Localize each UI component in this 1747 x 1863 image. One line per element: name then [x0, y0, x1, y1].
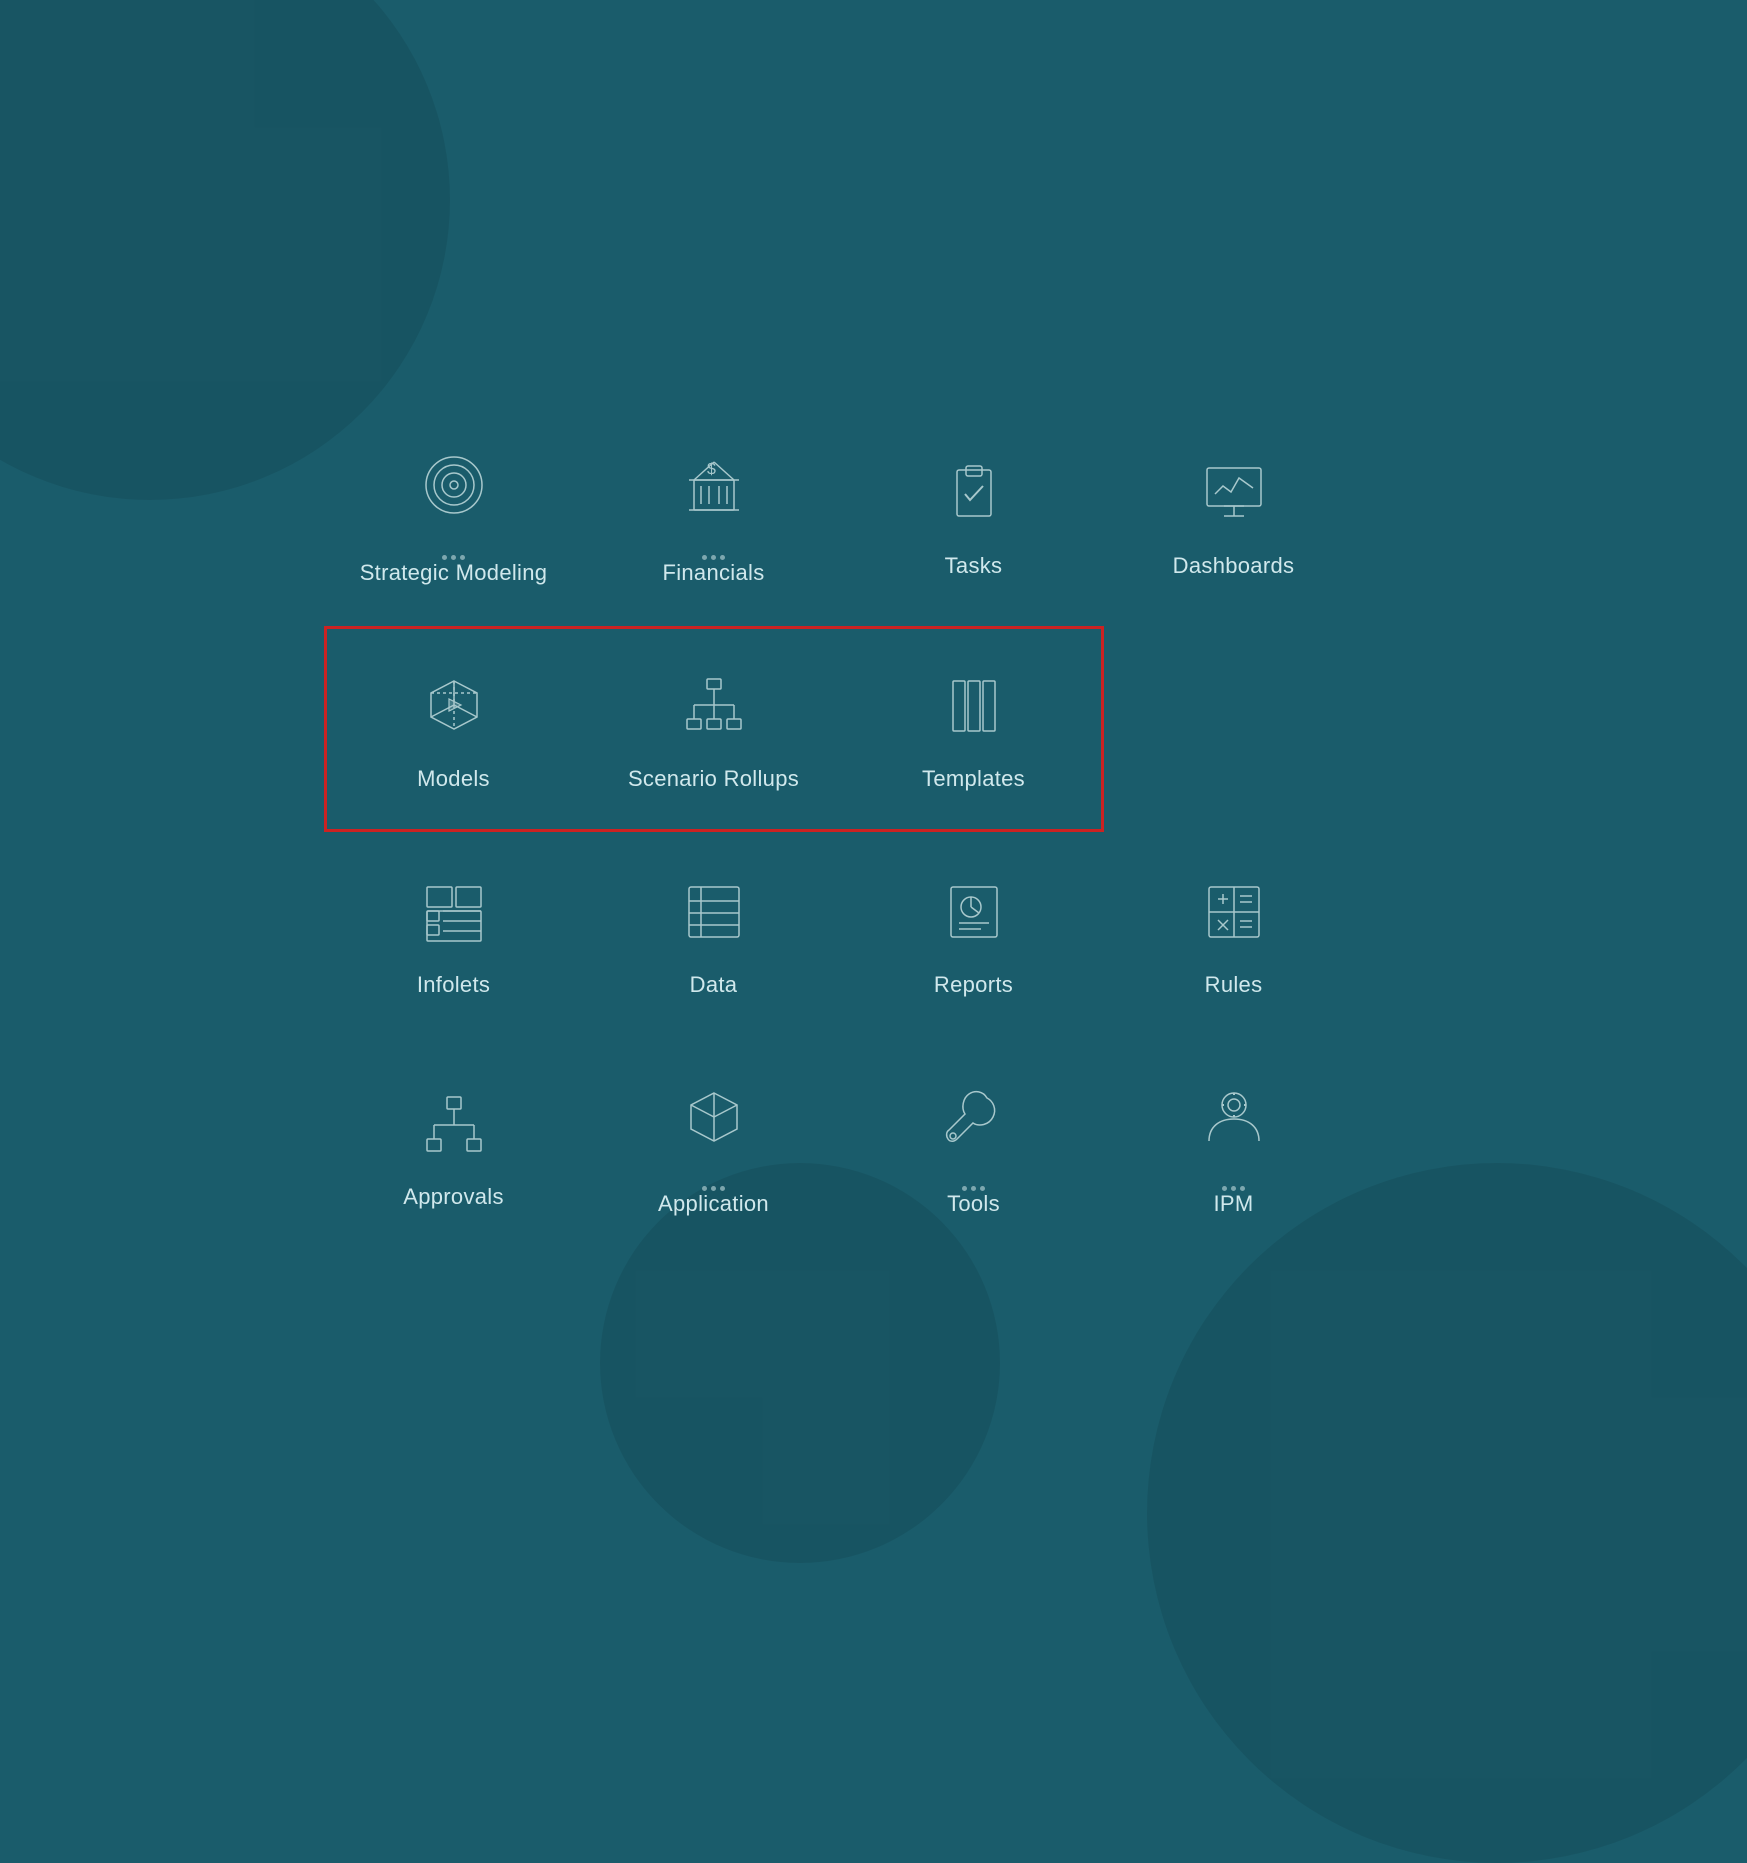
nav-label-rules: Rules [1205, 972, 1263, 998]
report-chart-icon [934, 872, 1014, 952]
nav-item-application[interactable]: Application [584, 1038, 844, 1257]
nav-label-approvals: Approvals [403, 1184, 504, 1210]
nav-label-reports: Reports [934, 972, 1013, 998]
nav-item-ipm[interactable]: IPM [1104, 1038, 1364, 1257]
nav-item-approvals[interactable]: Approvals [324, 1038, 584, 1257]
dots-indicator [1222, 1186, 1245, 1191]
cube-3d-icon [414, 666, 494, 746]
nav-item-scenario-rollups[interactable]: Scenario Rollups [584, 626, 844, 832]
nav-item-strategic-modeling[interactable]: Strategic Modeling [324, 407, 584, 626]
monitor-chart-icon [1194, 453, 1274, 533]
package-3d-icon [674, 1078, 754, 1158]
nav-label-scenario-rollups: Scenario Rollups [628, 766, 799, 792]
dots-indicator [962, 1186, 985, 1191]
approvals-tree-icon [414, 1084, 494, 1164]
nav-label-financials: Financials [662, 560, 764, 586]
calculator-grid-icon [1194, 872, 1274, 952]
nav-label-tools: Tools [947, 1191, 1000, 1217]
nav-item-models[interactable]: Models [324, 626, 584, 832]
nav-item-empty-row2 [1104, 626, 1364, 832]
wrench-icon [934, 1078, 1014, 1158]
nav-item-data[interactable]: Data [584, 832, 844, 1038]
books-icon [934, 666, 1014, 746]
data-list-icon [674, 872, 754, 952]
dots-indicator [442, 555, 465, 560]
bank-icon: $ [674, 447, 754, 527]
dots-indicator [702, 1186, 725, 1191]
nav-grid: Strategic Modeling $ [324, 407, 1424, 1257]
main-container: Strategic Modeling $ [0, 0, 1747, 1663]
nav-item-templates[interactable]: Templates [844, 626, 1104, 832]
nav-item-infolets[interactable]: Infolets [324, 832, 584, 1038]
svg-text:$: $ [707, 461, 716, 478]
clipboard-check-icon [934, 453, 1014, 533]
dots-indicator [702, 555, 725, 560]
nav-label-models: Models [417, 766, 490, 792]
nav-item-financials[interactable]: $ Financials [584, 407, 844, 626]
nav-item-rules[interactable]: Rules [1104, 832, 1364, 1038]
highlighted-row: Models Scenario Roll [324, 626, 1364, 832]
org-chart-icon [674, 666, 754, 746]
nav-label-dashboards: Dashboards [1173, 553, 1295, 579]
nav-label-infolets: Infolets [417, 972, 490, 998]
target-icon [414, 447, 494, 527]
nav-label-templates: Templates [922, 766, 1025, 792]
nav-label-application: Application [658, 1191, 769, 1217]
nav-item-reports[interactable]: Reports [844, 832, 1104, 1038]
nav-label-tasks: Tasks [945, 553, 1003, 579]
nav-item-dashboards[interactable]: Dashboards [1104, 407, 1364, 626]
nav-label-ipm: IPM [1213, 1191, 1253, 1217]
nav-label-data: Data [690, 972, 738, 998]
nav-item-tasks[interactable]: Tasks [844, 407, 1104, 626]
nav-item-tools[interactable]: Tools [844, 1038, 1104, 1257]
nav-label-strategic-modeling: Strategic Modeling [360, 560, 548, 586]
infolets-icon [414, 872, 494, 952]
person-settings-icon [1194, 1078, 1274, 1158]
